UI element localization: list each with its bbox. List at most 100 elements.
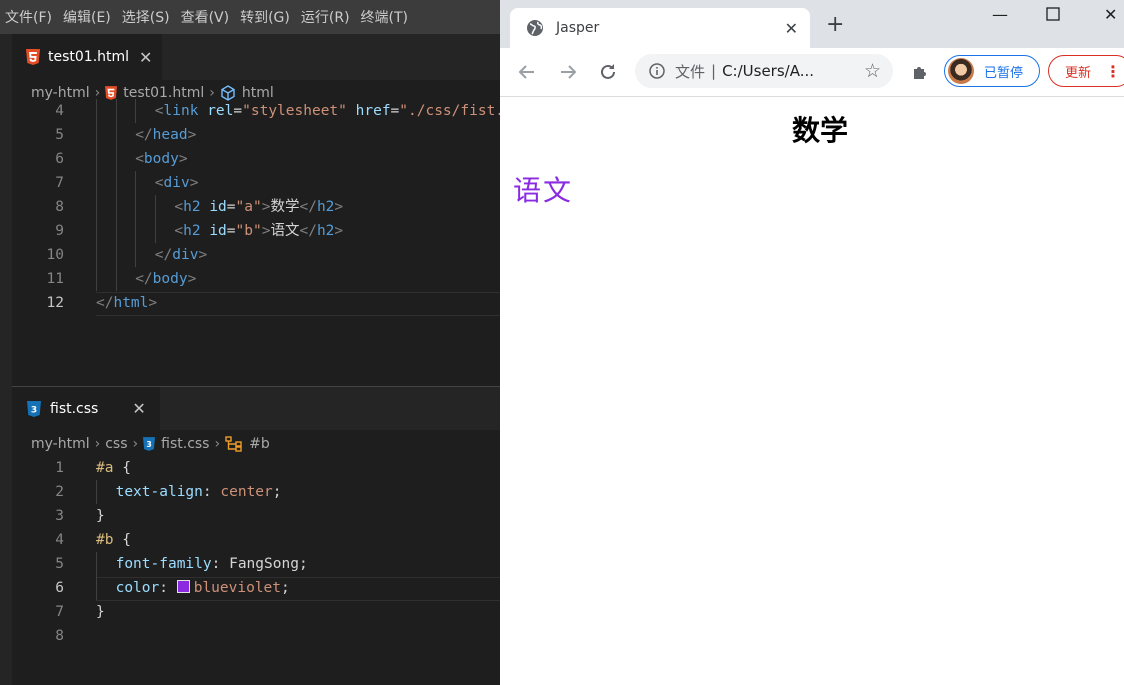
url-text: C:/Users/A... [722,62,815,80]
menu-edit[interactable]: 编辑(E) [58,7,117,27]
code-token: ; [272,484,282,500]
css-code-area[interactable]: 1 #a {2 text-align: center; 3} 4 #b { 5 font-fa… [12,456,500,685]
puzzle-icon[interactable] [911,62,931,86]
code-token: = [390,103,400,119]
code-token: </ [135,271,153,287]
menu-selection[interactable]: 选择(S) [117,7,176,27]
code-text: <h2 id="b">语文</h2> [174,219,343,243]
breadcrumb-item[interactable]: fist.css [161,436,209,452]
browser-titlebar: Jasper ✕ + — ✕ [500,0,1124,48]
code-text: } [96,600,105,624]
code-token: 数学 [270,199,300,215]
code-line[interactable]: 12 </html> [12,291,500,315]
code-line[interactable]: 6 <body> [12,147,500,171]
code-token: href [355,103,391,119]
code-text: <body> [135,147,187,171]
code-text: #a { [96,456,131,480]
menu-view[interactable]: 查看(V) [176,7,236,27]
code-line[interactable]: 6 color: blueviolet; [12,576,500,600]
close-window-icon[interactable]: ✕ [1104,5,1117,24]
code-line[interactable]: 11 </body> [12,267,500,291]
code-token: "a" [235,199,262,215]
code-token: h2 [183,223,201,239]
code-token: > [187,127,197,143]
breadcrumb-item[interactable]: #b [249,436,270,452]
code-text: </body> [135,267,196,291]
line-number: 6 [55,580,64,596]
menu-bar: 文件(F) 编辑(E) 选择(S) 查看(V) 转到(G) 运行(R) 终端(T… [0,0,500,34]
code-token: : [202,484,221,500]
code-token: ; [298,556,308,572]
code-line[interactable]: 2 text-align: center; [12,480,500,504]
forward-arrow-icon[interactable] [556,60,580,84]
close-icon[interactable]: ✕ [139,48,152,67]
code-token: head [152,127,188,143]
code-line[interactable]: 1 #a { [12,456,500,480]
new-tab-button[interactable]: + [826,14,844,36]
minimize-icon[interactable]: — [992,5,1008,24]
url-separator: | [711,62,717,80]
html-code-area[interactable]: 4 <link rel="stylesheet" href="./css/fist… [12,99,500,385]
vscode-window: 文件(F) 编辑(E) 选择(S) 查看(V) 转到(G) 运行(R) 终端(T… [0,0,500,685]
code-line[interactable]: 8 <h2 id="a">数学</h2> [12,195,500,219]
code-line[interactable]: 3} [12,504,500,528]
back-arrow-icon[interactable] [515,60,539,84]
close-icon[interactable]: ✕ [132,399,145,418]
menu-terminal[interactable]: 终端(T) [356,7,414,27]
code-token: { [113,532,131,548]
line-number: 10 [46,247,64,263]
line-number: 1 [55,460,64,476]
code-line[interactable]: 7 <div> [12,171,500,195]
menu-run[interactable]: 运行(R) [296,7,356,27]
html5-icon [105,86,118,100]
code-text: color: blueviolet; [116,576,290,600]
browser-toolbar: 文件 | C:/Users/A... ☆ 已暂停 更新 ⋮ [500,48,1124,97]
heading-b: 语文 [513,174,574,207]
star-icon[interactable]: ☆ [864,60,881,82]
browser-tab[interactable]: Jasper ✕ [510,8,810,48]
menu-go[interactable]: 转到(G) [235,7,296,27]
code-token: html [113,295,149,311]
line-number: 5 [55,556,64,572]
code-token: > [148,295,158,311]
code-line[interactable]: 7} [12,600,500,624]
address-bar[interactable]: 文件 | C:/Users/A... ☆ [635,54,893,88]
code-token: font-family [115,556,212,572]
code-token: FangSong [229,556,299,572]
menu-file[interactable]: 文件(F) [0,7,58,27]
code-text: <link rel="stylesheet" href="./css/fist.… [155,99,500,123]
tab-fist-css[interactable]: 3 fist.css ✕ [12,387,160,430]
line-number: 12 [46,295,64,311]
activity-strip [0,34,12,685]
browser-tab-title: Jasper [556,20,600,36]
code-text: <div> [155,171,199,195]
code-token: < [154,175,164,191]
css3-icon: 3 [143,437,156,451]
line-number: 8 [55,628,64,644]
code-line[interactable]: 8 [12,624,500,648]
code-line[interactable]: 5 font-family: FangSong; [12,552,500,576]
code-token: > [189,175,199,191]
code-line[interactable]: 5 </head> [12,123,500,147]
line-number: 4 [55,532,64,548]
info-icon[interactable] [649,63,665,79]
breadcrumb-item[interactable]: css [105,436,127,452]
update-button[interactable]: 更新 ⋮ [1048,55,1124,87]
code-line[interactable]: 4 <link rel="stylesheet" href="./css/fist… [12,99,500,123]
code-token: link [163,103,199,119]
profile-button[interactable]: 已暂停 [944,55,1040,87]
maximize-icon[interactable] [1046,6,1060,25]
code-token: < [135,151,144,167]
close-icon[interactable]: ✕ [785,19,798,38]
code-line[interactable]: 4 #b { [12,528,500,552]
code-line[interactable]: 10 </div> [12,243,500,267]
breadcrumb-item[interactable]: my-html [31,436,90,452]
reload-icon[interactable] [596,60,620,84]
color-swatch-icon[interactable] [176,580,190,593]
code-line[interactable]: 9 <h2 id="b">语文</h2> [12,219,500,243]
line-number: 7 [55,604,64,620]
tab-test01-html[interactable]: test01.html ✕ [12,34,162,80]
code-token: #a [96,460,114,476]
line-number: 6 [55,151,64,167]
